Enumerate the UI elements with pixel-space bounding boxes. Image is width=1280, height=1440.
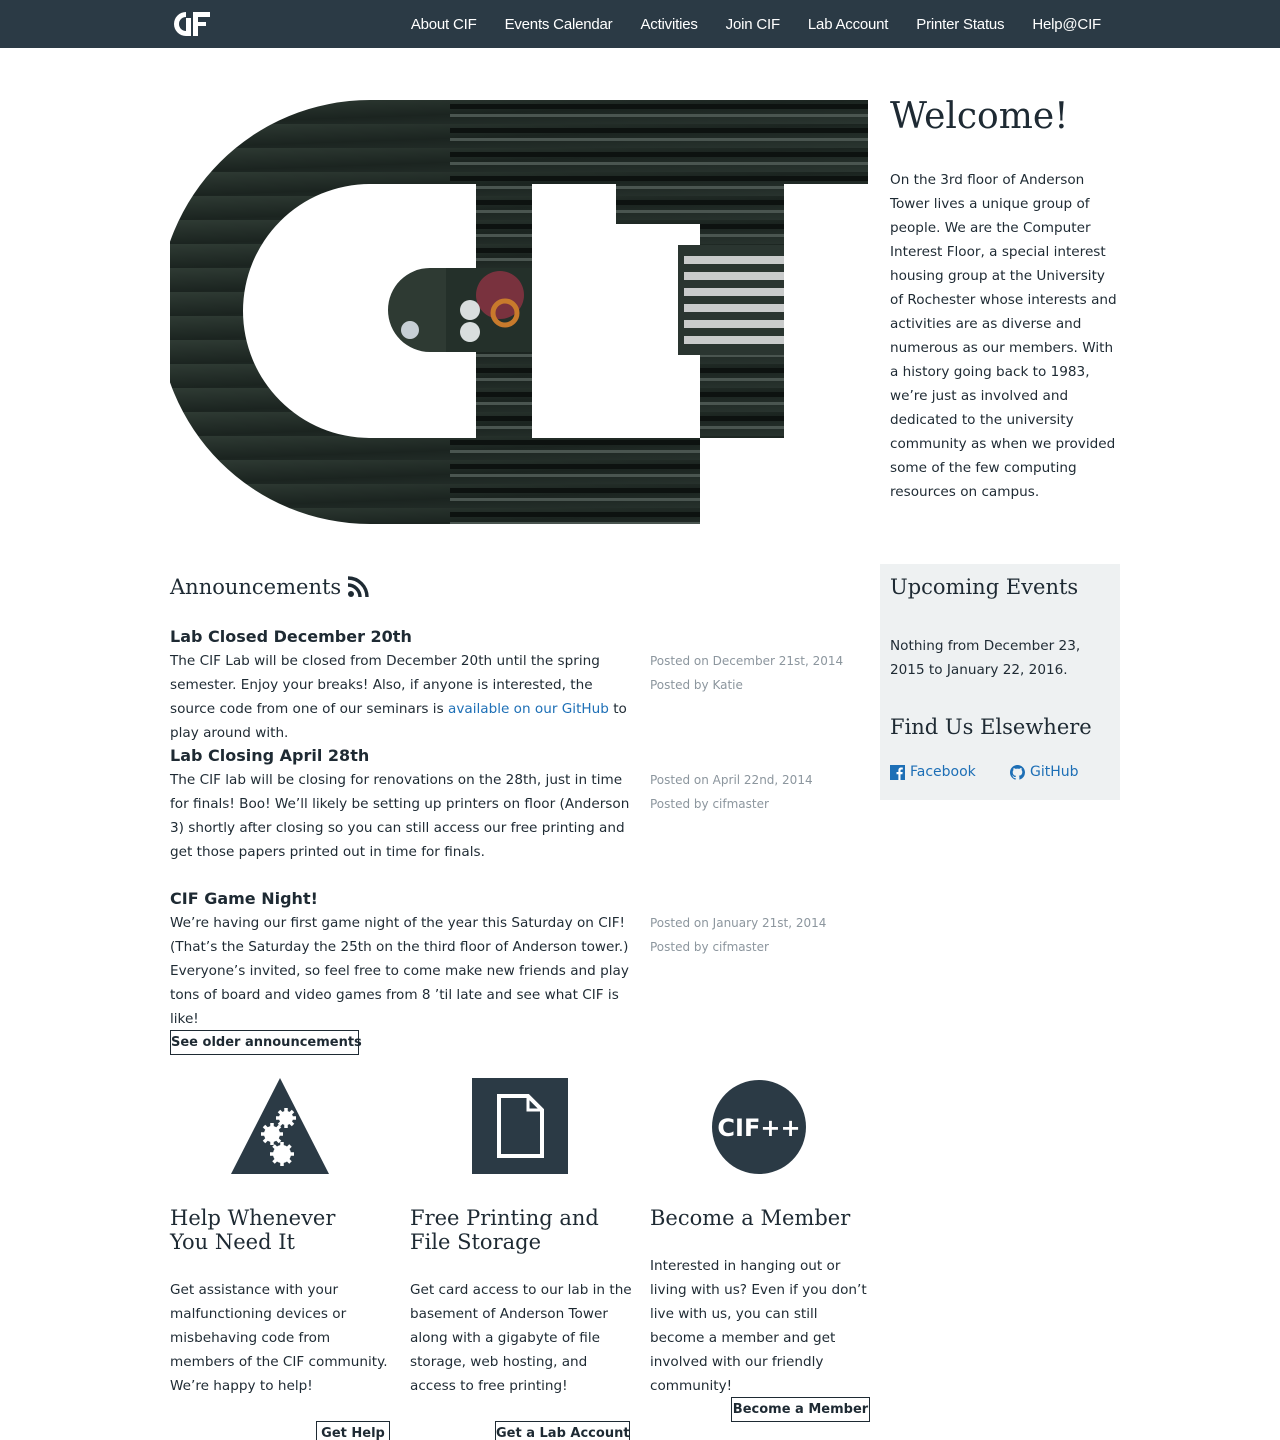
svg-text:CIF++: CIF++ [717,1114,800,1142]
announcements-title: Announcements [170,575,342,599]
gears-triangle-icon [231,1078,329,1174]
rss-icon[interactable] [347,576,369,598]
post-meta: Posted on April 22nd, 2014 Posted by cif… [650,768,870,816]
post-date: Posted on January 21st, 2014 [650,916,827,930]
announcements-heading: Announcements [170,575,369,599]
cif-plus-plus-icon: CIF++ [712,1080,806,1174]
feature-help-title: Help Whenever You Need It [170,1206,336,1254]
announcement-post: CIF Game Night! We’re having our first g… [170,887,870,1027]
upcoming-events-title: Upcoming Events [890,575,1079,599]
post-title[interactable]: Lab Closing April 28th [170,744,870,767]
get-lab-account-button[interactable]: Get a Lab Account [495,1421,630,1440]
post-body: We’re having our first game night of the… [170,915,629,1027]
github-source-link[interactable]: available on our GitHub [448,701,609,717]
nav-activities[interactable]: Activities [640,16,697,33]
feature-member-title: Become a Member [650,1206,851,1230]
upcoming-events-text: Nothing from December 23, 2015 to Januar… [890,638,1081,678]
github-label: GitHub [1030,764,1079,780]
find-us-elsewhere-title: Find Us Elsewhere [890,715,1092,739]
post-author: Posted by Katie [650,678,743,692]
see-older-announcements-button[interactable]: See older announcements [170,1030,362,1055]
post-title[interactable]: Lab Closed December 20th [170,625,870,648]
cif-circuit-board-logo [170,100,870,524]
feature-help-text: Get assistance with your malfunctioning … [170,1282,388,1394]
feature-printing-title: Free Printing and File Storage [410,1206,599,1254]
sidebar: Upcoming Events Nothing from December 23… [880,564,1120,800]
post-body: The CIF lab will be closing for renovati… [170,772,630,860]
github-icon [1010,764,1025,780]
top-navbar: About CIF Events Calendar Activities Joi… [0,0,1280,48]
nav-join-cif[interactable]: Join CIF [726,16,780,33]
nav-printer-status[interactable]: Printer Status [916,16,1004,33]
post-meta: Posted on December 21st, 2014 Posted by … [650,649,870,697]
post-title[interactable]: CIF Game Night! [170,887,870,910]
document-icon [472,1078,568,1174]
post-body: The CIF Lab will be closed from December… [170,653,627,741]
github-link[interactable]: GitHub [1010,764,1079,780]
welcome-title: Welcome! [890,96,1069,137]
post-author: Posted by cifmaster [650,940,769,954]
cif-logo[interactable] [170,10,212,38]
facebook-icon [890,764,905,780]
nav-events-calendar[interactable]: Events Calendar [505,16,613,33]
facebook-label: Facebook [910,764,976,780]
welcome-text: On the 3rd floor of Anderson Tower lives… [890,172,1117,500]
nav-lab-account[interactable]: Lab Account [808,16,889,33]
feature-member-text: Interested in hanging out or living with… [650,1258,867,1394]
nav-about-cif[interactable]: About CIF [411,16,477,33]
post-author: Posted by cifmaster [650,797,769,811]
announcement-post: Lab Closing April 28th The CIF lab will … [170,744,870,864]
main-nav: About CIF Events Calendar Activities Joi… [383,0,1101,48]
feature-printing-text: Get card access to our lab in the baseme… [410,1282,632,1394]
nav-help-cif[interactable]: Help@CIF [1032,16,1101,33]
facebook-link[interactable]: Facebook [890,764,976,780]
announcement-post: Lab Closed December 20th The CIF Lab wil… [170,625,870,741]
post-date: Posted on April 22nd, 2014 [650,773,813,787]
post-meta: Posted on January 21st, 2014 Posted by c… [650,911,870,959]
get-help-button[interactable]: Get Help [316,1421,390,1440]
become-a-member-button[interactable]: Become a Member [731,1397,870,1422]
post-date: Posted on December 21st, 2014 [650,654,844,668]
